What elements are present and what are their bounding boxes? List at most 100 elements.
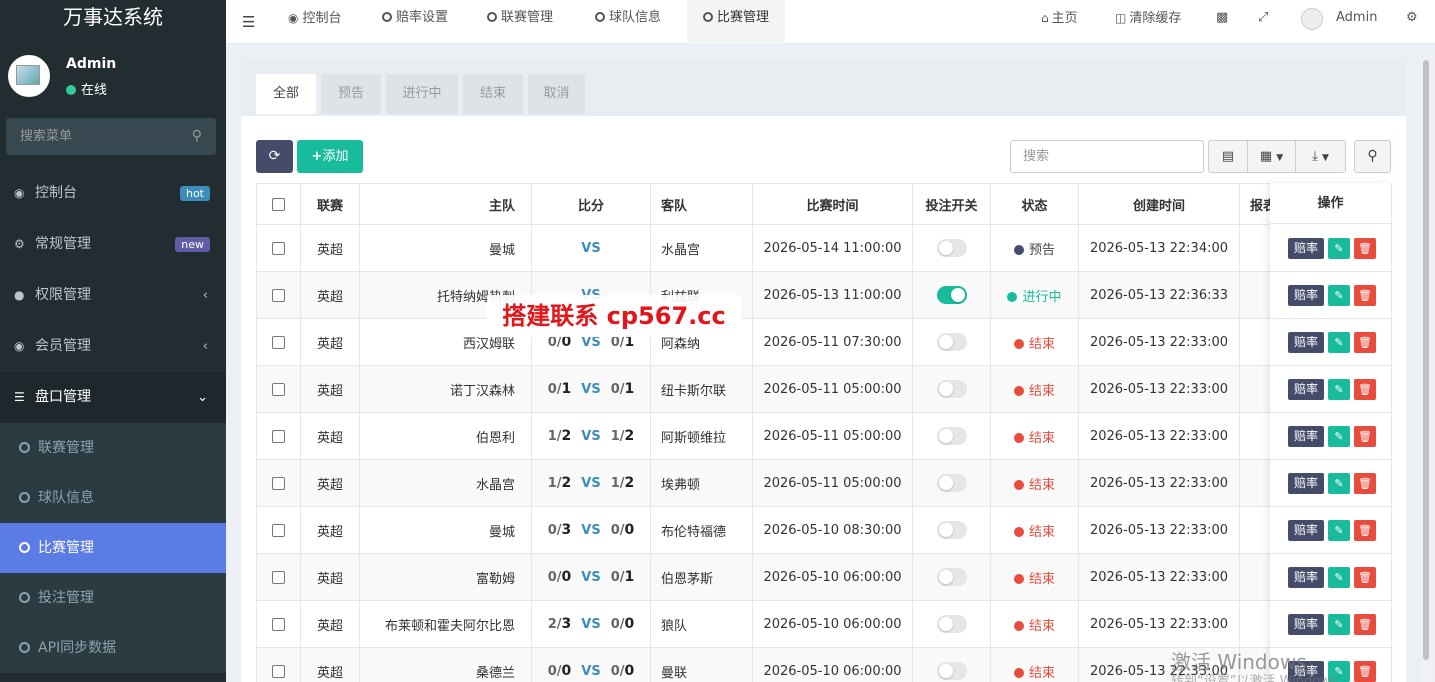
col-header-bet-switch[interactable]: 投注开关 — [912, 183, 991, 225]
sidebar-item-dashboard[interactable]: ◉ 控制台 hot — [0, 168, 226, 219]
table-row[interactable]: 英超 伯恩利 1/2 VS 1/2 阿斯顿维拉 2026-05-11 05:00:00 结束 2… — [256, 412, 1392, 460]
edit-icon[interactable]: ✎ — [1328, 567, 1350, 588]
page-scrollbar[interactable] — [1421, 58, 1431, 682]
table-row[interactable]: 英超 诺丁汉森林 0/1 VS 0/1 纽卡斯尔联 2026-05-11 05:00:00 结… — [256, 365, 1392, 413]
delete-icon[interactable]: 🗑 — [1354, 661, 1376, 682]
sidebar-subitem-bets[interactable]: 投注管理 — [0, 573, 226, 623]
bet-switch-toggle[interactable] — [936, 380, 967, 398]
odds-button[interactable]: 赔率 — [1288, 520, 1324, 541]
filter-tab-cancelled[interactable]: 取消 — [528, 74, 585, 114]
odds-button[interactable]: 赔率 — [1288, 379, 1324, 400]
language-icon[interactable]: ▩ — [1216, 0, 1228, 36]
bet-switch-toggle[interactable] — [936, 615, 967, 633]
table-row[interactable]: 英超 水晶宫 1/2 VS 1/2 埃弗顿 2026-05-11 05:00:00 结束 202… — [256, 459, 1392, 507]
filter-tab-ended[interactable]: 结束 — [463, 74, 523, 114]
sidebar-item-members[interactable]: ◉ 会员管理 ‹ — [0, 321, 226, 372]
select-all-checkbox[interactable] — [272, 197, 285, 211]
delete-icon[interactable]: 🗑 — [1354, 473, 1376, 494]
table-row[interactable]: 英超托特纳姆热刺VS利兹联2026-05-13 11:00:00进行中2026-… — [256, 271, 1392, 319]
app-title[interactable]: 万事达系统 — [0, 0, 226, 38]
clear-cache-button[interactable]: ◫ 清除缓存 — [1115, 0, 1181, 36]
sidebar-subitem-teams[interactable]: 球队信息 — [0, 473, 226, 523]
scrollbar-thumb[interactable] — [1423, 60, 1429, 660]
bet-switch-toggle[interactable] — [936, 568, 967, 586]
filter-tab-live[interactable]: 进行中 — [386, 74, 458, 114]
bet-switch-toggle[interactable] — [936, 474, 967, 492]
filter-tab-all[interactable]: 全部 — [256, 74, 316, 114]
edit-icon[interactable]: ✎ — [1328, 473, 1350, 494]
avatar[interactable] — [1301, 8, 1323, 30]
sidebar-item-general[interactable]: ⚙ 常规管理 new — [0, 219, 226, 270]
bet-switch-toggle[interactable] — [936, 427, 967, 445]
tab-leagues[interactable]: 联赛管理 — [471, 0, 569, 44]
odds-button[interactable]: 赔率 — [1288, 473, 1324, 494]
row-checkbox[interactable] — [272, 476, 285, 490]
fullscreen-icon[interactable]: ⤢ — [1258, 0, 1268, 36]
row-checkbox[interactable] — [272, 335, 285, 349]
edit-icon[interactable]: ✎ — [1328, 520, 1350, 541]
odds-button[interactable]: 赔率 — [1288, 614, 1324, 635]
col-header-home[interactable]: 主队 — [359, 183, 532, 225]
search-input[interactable] — [1010, 140, 1204, 173]
odds-button[interactable]: 赔率 — [1288, 426, 1324, 447]
col-header-status[interactable]: 状态 — [990, 183, 1079, 225]
delete-icon[interactable]: 🗑 — [1354, 426, 1376, 447]
menu-toggle-icon[interactable]: ☰ — [242, 13, 255, 31]
row-checkbox[interactable] — [272, 570, 285, 584]
col-header-created[interactable]: 创建时间 — [1078, 183, 1240, 225]
col-header-score[interactable]: 比分 — [531, 183, 651, 225]
row-checkbox[interactable] — [272, 288, 285, 302]
row-checkbox[interactable] — [272, 382, 285, 396]
tab-matches[interactable]: 比赛管理 — [687, 0, 786, 44]
delete-icon[interactable]: 🗑 — [1354, 614, 1376, 635]
odds-button[interactable]: 赔率 — [1288, 238, 1324, 259]
settings-icon[interactable]: ⚙ — [1406, 0, 1418, 36]
export-button[interactable]: ⤓ ▼ — [1295, 140, 1346, 173]
col-header-league[interactable]: 联赛 — [300, 183, 360, 225]
odds-button[interactable]: 赔率 — [1288, 567, 1324, 588]
bet-switch-toggle[interactable] — [936, 662, 967, 680]
bet-switch-toggle[interactable] — [936, 239, 967, 257]
sidebar-subitem-matches[interactable]: 比赛管理 — [0, 523, 226, 573]
edit-icon[interactable]: ✎ — [1328, 332, 1350, 353]
row-checkbox[interactable] — [272, 617, 285, 631]
table-row[interactable]: 英超 富勒姆 0/0 VS 0/1 伯恩茅斯 2026-05-10 06:00:00 结束 20… — [256, 553, 1392, 601]
table-row[interactable]: 英超 曼城 0/3 VS 0/0 布伦特福德 2026-05-10 08:30:00 结束 20… — [256, 506, 1392, 554]
bet-switch-toggle[interactable] — [936, 286, 967, 304]
bet-switch-toggle[interactable] — [936, 521, 967, 539]
edit-icon[interactable]: ✎ — [1328, 379, 1350, 400]
refresh-button[interactable]: ⟳ — [256, 140, 293, 173]
user-menu[interactable]: Admin — [1336, 0, 1377, 36]
row-checkbox[interactable] — [272, 664, 285, 678]
sidebar-subitem-api-sync[interactable]: API同步数据 — [0, 623, 226, 673]
table-row[interactable]: 英超 布莱顿和霍夫阿尔比恩 2/3 VS 0/0 狼队 2026-05-10 06:00:0… — [256, 600, 1392, 648]
table-row[interactable]: 英超 西汉姆联 0/0 VS 0/1 阿森纳 2026-05-11 07:30:00 结束 20… — [256, 318, 1392, 366]
col-header-match-time[interactable]: 比赛时间 — [752, 183, 913, 225]
col-header-away[interactable]: 客队 — [650, 183, 753, 225]
delete-icon[interactable]: 🗑 — [1354, 379, 1376, 400]
edit-icon[interactable]: ✎ — [1328, 426, 1350, 447]
edit-icon[interactable]: ✎ — [1328, 285, 1350, 306]
delete-icon[interactable]: 🗑 — [1354, 332, 1376, 353]
filter-tab-preview[interactable]: 预告 — [321, 74, 381, 114]
row-checkbox[interactable] — [272, 523, 285, 537]
bet-switch-toggle[interactable] — [936, 333, 967, 351]
home-link[interactable]: ⌂ 主页 — [1041, 0, 1078, 36]
toggle-view-button[interactable]: ▤ — [1208, 140, 1248, 173]
sidebar-subitem-leagues[interactable]: 联赛管理 — [0, 423, 226, 473]
add-button[interactable]: +添加 — [297, 140, 363, 173]
sidebar-item-market[interactable]: ☰ 盘口管理 ⌄ — [0, 372, 226, 423]
edit-icon[interactable]: ✎ — [1328, 238, 1350, 259]
search-button[interactable]: ⚲ — [1354, 140, 1391, 173]
search-icon[interactable]: ⚲ — [192, 128, 202, 144]
tab-teams[interactable]: 球队信息 — [579, 0, 677, 44]
delete-icon[interactable]: 🗑 — [1354, 238, 1376, 259]
columns-button[interactable]: ▦ ▼ — [1247, 140, 1296, 173]
sidebar-search-input[interactable] — [6, 118, 181, 155]
sidebar-item-permissions[interactable]: ● 权限管理 ‹ — [0, 270, 226, 321]
odds-button[interactable]: 赔率 — [1288, 332, 1324, 353]
tab-dashboard[interactable]: ◉ 控制台 — [272, 0, 358, 44]
delete-icon[interactable]: 🗑 — [1354, 567, 1376, 588]
row-checkbox[interactable] — [272, 429, 285, 443]
delete-icon[interactable]: 🗑 — [1354, 285, 1376, 306]
